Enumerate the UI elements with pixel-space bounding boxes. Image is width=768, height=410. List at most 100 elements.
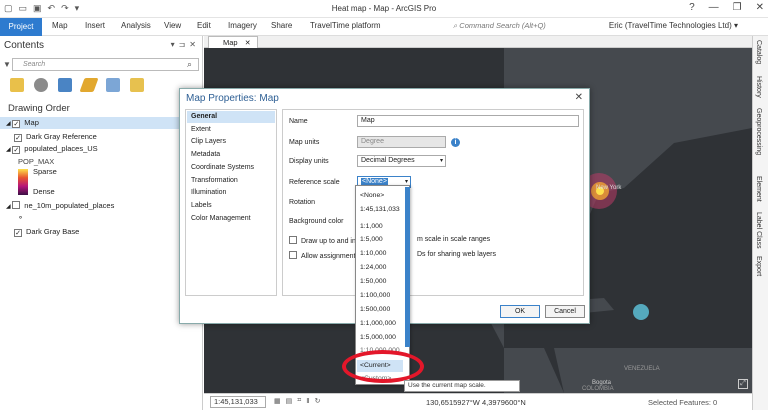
map-checkbox[interactable] bbox=[12, 120, 21, 128]
full-extent-icon[interactable]: ⤢ bbox=[738, 379, 748, 389]
dark-gray-base-checkbox[interactable] bbox=[14, 229, 22, 237]
grid-icon[interactable]: ▤ bbox=[286, 397, 293, 405]
info-icon[interactable]: i bbox=[451, 138, 460, 147]
list-by-selection-icon[interactable] bbox=[58, 78, 72, 92]
refresh-icon[interactable]: ↻ bbox=[315, 397, 321, 405]
nav-item-general[interactable]: General bbox=[187, 111, 275, 123]
dropdown-item-1k[interactable]: 1:1,000 bbox=[360, 223, 383, 230]
nav-item-illumination[interactable]: Illumination bbox=[187, 187, 275, 199]
close-icon[interactable]: ✕ bbox=[756, 2, 764, 13]
allow-assignment-checkbox[interactable] bbox=[289, 251, 297, 259]
allow-assignment-checkbox-row[interactable]: Allow assignment o bbox=[289, 251, 361, 260]
dock-tab-export[interactable]: Export bbox=[755, 256, 762, 276]
dock-tab-geoprocessing[interactable]: Geoprocessing bbox=[755, 108, 762, 155]
tab-map-view[interactable]: Map ✕ bbox=[208, 36, 258, 48]
pin-icon[interactable]: ⊐ bbox=[179, 40, 186, 49]
tab-share[interactable]: Share bbox=[271, 21, 292, 30]
reference-scale-value: <None> bbox=[361, 178, 388, 185]
tooltip: Use the current map scale. bbox=[404, 380, 520, 392]
populated-places-us-checkbox[interactable] bbox=[12, 146, 21, 154]
tab-insert[interactable]: Insert bbox=[85, 21, 105, 30]
nav-item-extent[interactable]: Extent bbox=[187, 124, 275, 136]
dropdown-item-50k[interactable]: 1:50,000 bbox=[360, 278, 386, 285]
ribbon-tabs: Project Map Insert Analysis View Edit Im… bbox=[0, 18, 768, 36]
search-icon[interactable]: ⌕ bbox=[187, 59, 192, 70]
display-units-select[interactable]: Decimal Degrees ▾ bbox=[357, 155, 446, 167]
dock-tab-element[interactable]: Element bbox=[755, 176, 762, 202]
list-by-editing-icon[interactable] bbox=[79, 78, 99, 92]
status-tools: ▦ ▤ ⌗ Ⅱ ↻ bbox=[274, 397, 321, 405]
scale-combo[interactable]: 1:45,131,033 bbox=[210, 396, 266, 408]
layer-ne-10m-populated-places[interactable]: ◢ ne_10m_populated_places bbox=[6, 200, 114, 212]
status-bar: 1:45,131,033 ▦ ▤ ⌗ Ⅱ ↻ 130,6515927°W 4,3… bbox=[204, 393, 752, 410]
background-color-label: Background color bbox=[289, 218, 344, 225]
list-by-source-icon[interactable] bbox=[34, 78, 48, 92]
tab-imagery[interactable]: Imagery bbox=[228, 21, 257, 30]
ne-10m-checkbox[interactable] bbox=[12, 201, 21, 209]
contents-search-input[interactable]: Search bbox=[12, 58, 199, 71]
pause-icon[interactable]: Ⅱ bbox=[306, 397, 309, 405]
maximize-icon[interactable]: ❐ bbox=[733, 2, 742, 13]
close-map-tab-icon[interactable]: ✕ bbox=[245, 40, 251, 47]
name-input[interactable]: Map bbox=[357, 115, 579, 127]
tab-analysis[interactable]: Analysis bbox=[121, 21, 151, 30]
tab-map[interactable]: Map bbox=[52, 21, 68, 30]
user-account[interactable]: Eric (TravelTime Technologies Ltd) ▾ bbox=[609, 21, 738, 30]
dropdown-item-none[interactable]: <None> bbox=[360, 192, 384, 199]
nav-item-clip-layers[interactable]: Clip Layers bbox=[187, 136, 275, 148]
dock-tab-label-class[interactable]: Label Class bbox=[755, 212, 762, 249]
dock-tab-catalog[interactable]: Catalog bbox=[755, 40, 762, 64]
allow-assignment-label-cont: Ds for sharing web layers bbox=[417, 251, 496, 258]
nav-item-transformation[interactable]: Transformation bbox=[187, 175, 275, 187]
nav-item-color-management[interactable]: Color Management bbox=[187, 213, 275, 225]
contents-pane-controls: ▾ ⊐ ✕ bbox=[171, 40, 196, 49]
ok-button[interactable]: OK bbox=[500, 305, 540, 318]
scale-lock-icon[interactable]: ▦ bbox=[274, 397, 281, 405]
draw-up-to-label-cont: m scale in scale ranges bbox=[417, 236, 491, 243]
contents-view-tools bbox=[10, 78, 144, 92]
layer-map[interactable]: ◢ Map bbox=[0, 117, 203, 129]
map-label-new-york: New York bbox=[596, 185, 622, 191]
nav-item-coordinate-systems[interactable]: Coordinate Systems bbox=[187, 162, 275, 174]
dropdown-scrollbar[interactable] bbox=[405, 187, 410, 347]
dropdown-item-100k[interactable]: 1:100,000 bbox=[360, 292, 390, 299]
dropdown-item-1m[interactable]: 1:1,000,000 bbox=[360, 320, 396, 327]
list-by-drawing-order-icon[interactable] bbox=[10, 78, 24, 92]
dock-tab-history[interactable]: History bbox=[755, 76, 762, 98]
minimize-icon[interactable]: — bbox=[709, 2, 719, 13]
coordinate-readout: 130,6515927°W 4,3979600°N bbox=[426, 398, 526, 407]
dropdown-item-500k[interactable]: 1:500,000 bbox=[360, 306, 390, 313]
tab-project[interactable]: Project bbox=[0, 18, 42, 36]
command-search-input[interactable]: ⌕ Command Search (Alt+Q) bbox=[453, 21, 563, 33]
selected-features-count: Selected Features: 0 bbox=[648, 398, 718, 407]
dropdown-item-24k[interactable]: 1:24,000 bbox=[360, 264, 386, 271]
title-bar: ▢ ▭ ▣ ↶ ↷ ▾ Heat map - Map - ArcGIS Pro … bbox=[0, 0, 768, 18]
draw-up-to-checkbox[interactable] bbox=[289, 236, 297, 244]
display-units-value: Decimal Degrees bbox=[361, 157, 415, 164]
tab-edit[interactable]: Edit bbox=[197, 21, 211, 30]
layer-dark-gray-reference[interactable]: Dark Gray Reference bbox=[14, 131, 97, 143]
filter-icon[interactable]: ▼ bbox=[3, 60, 11, 69]
dark-gray-reference-checkbox[interactable] bbox=[14, 134, 22, 142]
dialog-close-icon[interactable]: ✕ bbox=[575, 92, 583, 103]
dropdown-item-10k[interactable]: 1:10,000 bbox=[360, 250, 386, 257]
layer-dark-gray-base[interactable]: Dark Gray Base bbox=[14, 226, 79, 238]
snapping-icon[interactable]: ⌗ bbox=[297, 397, 301, 405]
layer-populated-places-us[interactable]: ◢ populated_places_US bbox=[6, 143, 98, 155]
name-label: Name bbox=[289, 118, 308, 125]
nav-item-metadata[interactable]: Metadata bbox=[187, 149, 275, 161]
dropdown-item-current-scale[interactable]: 1:45,131,033 bbox=[360, 206, 400, 213]
nav-item-labels[interactable]: Labels bbox=[187, 200, 275, 212]
tab-traveltime-platform[interactable]: TravelTime platform bbox=[310, 21, 381, 30]
map-tab-label: Map bbox=[223, 38, 238, 47]
dropdown-item-5m[interactable]: 1:5,000,000 bbox=[360, 334, 396, 341]
help-icon[interactable]: ? bbox=[689, 2, 695, 13]
cancel-button[interactable]: Cancel bbox=[545, 305, 585, 318]
list-by-snapping-icon[interactable] bbox=[106, 78, 120, 92]
tab-view[interactable]: View bbox=[164, 21, 181, 30]
list-by-labeling-icon[interactable] bbox=[130, 78, 144, 92]
draw-up-to-checkbox-row[interactable]: Draw up to and incl bbox=[289, 236, 361, 245]
pane-close-icon[interactable]: ✕ bbox=[189, 40, 196, 49]
dropdown-item-5k[interactable]: 1:5,000 bbox=[360, 236, 383, 243]
pane-options-icon[interactable]: ▾ bbox=[171, 40, 175, 49]
